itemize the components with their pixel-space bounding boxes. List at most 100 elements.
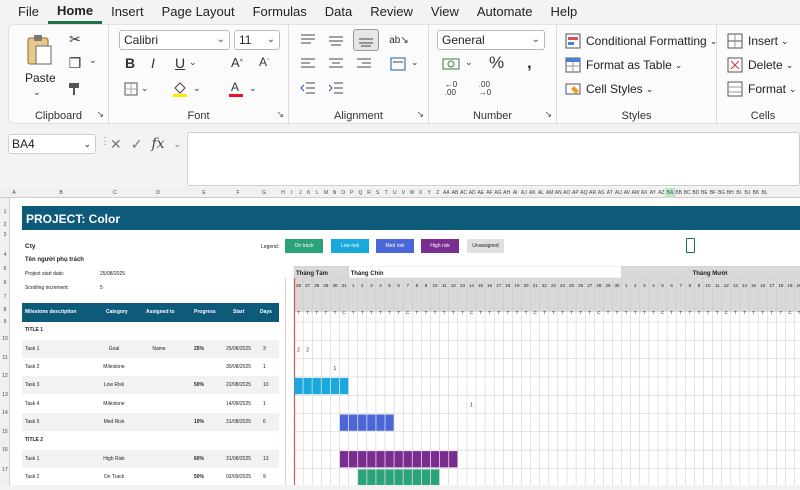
chevron-down-icon[interactable]: ⌄ — [89, 55, 97, 66]
menu-automate[interactable]: Automate — [468, 0, 542, 24]
menu-review[interactable]: Review — [361, 0, 422, 24]
cut-icon[interactable]: ✂ — [67, 31, 83, 47]
row-header[interactable]: 12 — [0, 373, 10, 379]
chevron-down-icon[interactable]: ⌄ — [465, 57, 473, 68]
formula-input[interactable] — [187, 132, 800, 186]
fill-color-icon[interactable] — [171, 79, 189, 97]
menu-page-layout[interactable]: Page Layout — [153, 0, 244, 24]
table-row[interactable]: TITLE 1 — [22, 321, 279, 339]
row-header[interactable]: 5 — [0, 266, 10, 272]
row-header[interactable]: 4 — [0, 252, 10, 258]
menu-data[interactable]: Data — [316, 0, 361, 24]
italic-icon[interactable]: I — [151, 55, 155, 71]
decrease-font-icon[interactable]: Aˇ — [259, 55, 269, 69]
insert-cells-button[interactable]: Insert ⌄ — [727, 33, 789, 49]
decrease-indent-icon[interactable] — [299, 79, 317, 97]
row-header[interactable]: 10 — [0, 336, 10, 342]
row-header[interactable]: 3 — [0, 232, 10, 238]
more-icon[interactable]: ⋮ — [100, 136, 110, 147]
copy-icon[interactable]: ❐ — [67, 55, 83, 71]
orientation-icon[interactable]: ab↘ — [389, 30, 409, 50]
column-header[interactable]: E — [199, 188, 209, 198]
increase-font-icon[interactable]: A ^ — [231, 55, 243, 70]
align-middle-icon[interactable] — [327, 31, 345, 49]
format-as-table-button[interactable]: Format as Table ⌄ — [565, 57, 682, 73]
align-left-icon[interactable] — [299, 55, 317, 73]
chevron-down-icon[interactable]: ⌄ — [174, 139, 182, 150]
row-header[interactable]: 15 — [0, 429, 10, 435]
accounting-format-icon[interactable] — [441, 55, 461, 73]
table-row[interactable]: Task 5 Med Risk 10% 31/08/2025 6 — [22, 413, 279, 431]
underline-icon[interactable]: U — [175, 55, 185, 71]
number-format-dropdown[interactable]: General ⌄ — [437, 30, 545, 50]
gantt-chart[interactable]: Tháng Tám Tháng Chín Tháng Mười 26 T 27 T 28 T 29… — [284, 265, 800, 487]
mobile-view-icon[interactable] — [686, 238, 695, 253]
table-row[interactable]: Task 1 High Risk 60% 31/08/2025 13 — [22, 450, 279, 468]
decrease-decimal-icon[interactable]: .00 →0 — [475, 81, 495, 97]
menu-insert[interactable]: Insert — [102, 0, 153, 24]
wrap-text-icon[interactable] — [389, 55, 407, 73]
format-cells-button[interactable]: Format ⌄ — [727, 81, 797, 97]
format-painter-icon[interactable] — [67, 81, 83, 97]
dialog-launcher-icon[interactable]: ↘ — [416, 109, 424, 120]
column-header[interactable]: BL — [760, 188, 770, 198]
paste-button[interactable]: Paste — [25, 71, 56, 85]
dialog-launcher-icon[interactable]: ↘ — [96, 109, 104, 120]
chevron-down-icon[interactable]: ⌄ — [33, 87, 41, 98]
borders-icon[interactable] — [123, 81, 139, 97]
chevron-down-icon[interactable]: ⌄ — [189, 57, 197, 68]
paste-icon[interactable] — [23, 33, 55, 67]
font-size-dropdown[interactable]: 11 ⌄ — [234, 30, 280, 50]
column-header[interactable]: F — [233, 188, 243, 198]
align-top-icon[interactable] — [299, 31, 317, 49]
row-header[interactable]: 1 — [0, 209, 10, 215]
row-header[interactable]: 17 — [0, 467, 10, 473]
row-header[interactable]: 13 — [0, 392, 10, 398]
row-header[interactable]: 8 — [0, 307, 10, 313]
chevron-down-icon[interactable]: ⌄ — [193, 83, 201, 94]
chevron-down-icon[interactable]: ⌄ — [411, 57, 419, 68]
menu-file[interactable]: File — [0, 0, 48, 24]
dialog-launcher-icon[interactable]: ↘ — [544, 109, 552, 120]
conditional-formatting-button[interactable]: Conditional Formatting ⌄ — [565, 33, 717, 49]
table-row[interactable]: TITLE 2 — [22, 431, 279, 449]
column-header[interactable]: G — [259, 188, 269, 198]
comma-style-icon[interactable]: , — [527, 53, 532, 73]
font-color-icon[interactable]: A — [227, 79, 245, 97]
row-header[interactable]: 2 — [0, 222, 10, 228]
increase-decimal-icon[interactable]: ←0.00 — [441, 81, 461, 97]
insert-function-icon[interactable]: fx — [151, 136, 164, 152]
column-header[interactable]: B — [56, 188, 66, 198]
align-center-icon[interactable] — [327, 55, 345, 73]
row-header[interactable]: 7 — [0, 294, 10, 300]
table-row[interactable]: Task 2 Milestone 30/08/2025 1 — [22, 358, 279, 376]
name-box[interactable]: BA4 ⌄ — [8, 134, 96, 154]
menu-help[interactable]: Help — [542, 0, 587, 24]
row-header[interactable]: 11 — [0, 355, 10, 361]
table-row[interactable]: Task 4 Milestone 14/09/2025 1 — [22, 395, 279, 413]
cancel-icon[interactable]: ✕ — [110, 136, 122, 153]
row-header[interactable]: 9 — [0, 319, 10, 325]
table-row[interactable]: Task 2 On Track 50% 02/09/2025 9 — [22, 468, 279, 486]
scroll-increment-value[interactable]: 5 — [100, 285, 103, 291]
delete-cells-button[interactable]: Delete ⌄ — [727, 57, 793, 73]
column-header[interactable]: C — [110, 188, 120, 198]
font-family-dropdown[interactable]: Calibri ⌄ — [119, 30, 230, 50]
cell-styles-button[interactable]: Cell Styles ⌄ — [565, 81, 653, 97]
dialog-launcher-icon[interactable]: ↘ — [276, 109, 284, 120]
increase-indent-icon[interactable] — [327, 79, 345, 97]
table-row[interactable]: Task 1 Goal Name 25% 25/08/2025 3 — [22, 340, 279, 358]
row-header[interactable]: 14 — [0, 410, 10, 416]
column-header[interactable]: D — [153, 188, 163, 198]
bold-icon[interactable]: B — [125, 55, 135, 71]
column-header[interactable]: A — [9, 188, 19, 198]
chevron-down-icon[interactable]: ⌄ — [249, 83, 257, 94]
row-header[interactable]: 6 — [0, 280, 10, 286]
table-row[interactable]: Task 3 Low Risk 50% 22/08/2025 10 — [22, 376, 279, 394]
align-bottom-icon[interactable] — [353, 29, 379, 51]
align-right-icon[interactable] — [355, 55, 373, 73]
row-header[interactable]: 16 — [0, 447, 10, 453]
enter-icon[interactable]: ✓ — [131, 136, 143, 153]
start-date-value[interactable]: 25/08/2025 — [100, 271, 125, 277]
menu-view[interactable]: View — [422, 0, 468, 24]
